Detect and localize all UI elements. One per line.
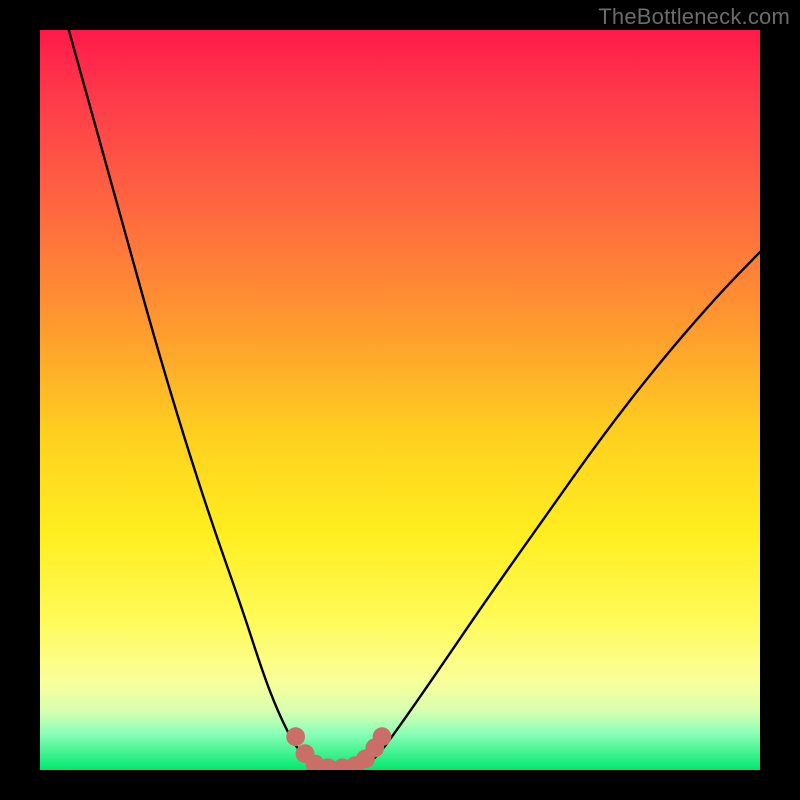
watermark-text: TheBottleneck.com [598, 4, 790, 30]
plot-area [40, 30, 760, 770]
curve-layer [40, 30, 760, 770]
valley-marker-group [286, 727, 391, 770]
valley-marker [286, 727, 305, 746]
bottleneck-curve [69, 30, 760, 770]
valley-marker [373, 727, 392, 746]
chart-frame: TheBottleneck.com [0, 0, 800, 800]
